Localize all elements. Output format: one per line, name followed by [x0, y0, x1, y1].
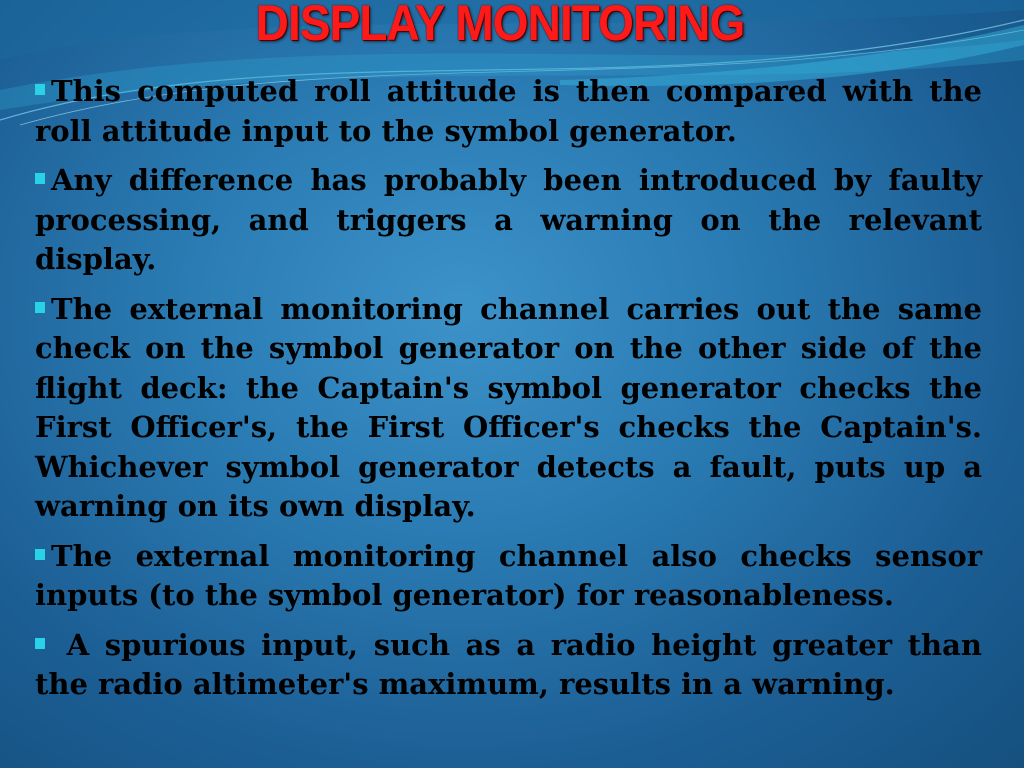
slide-title: DISPLAY MONITORING	[255, 0, 746, 51]
slide-body: This computed roll attitude is then comp…	[35, 72, 982, 715]
bullet-paragraph: This computed roll attitude is then comp…	[35, 72, 982, 151]
bullet-paragraph: A spurious input, such as a radio height…	[35, 626, 982, 705]
paragraph-text: Any difference has probably been introdu…	[35, 163, 982, 276]
square-bullet-icon	[35, 84, 45, 95]
paragraph-text: This computed roll attitude is then comp…	[35, 74, 982, 148]
bullet-paragraph: The external monitoring channel also che…	[35, 537, 982, 616]
square-bullet-icon	[35, 173, 45, 184]
paragraph-text: A spurious input, such as a radio height…	[35, 627, 982, 702]
paragraph-text: The external monitoring channel also che…	[35, 538, 982, 613]
square-bullet-icon	[35, 301, 45, 313]
bullet-paragraph: The external monitoring channel carries …	[35, 290, 982, 527]
square-bullet-icon	[35, 548, 45, 560]
paragraph-text: The external monitoring channel carries …	[35, 291, 982, 524]
square-bullet-icon	[35, 637, 45, 649]
bullet-paragraph: Any difference has probably been introdu…	[35, 161, 982, 280]
